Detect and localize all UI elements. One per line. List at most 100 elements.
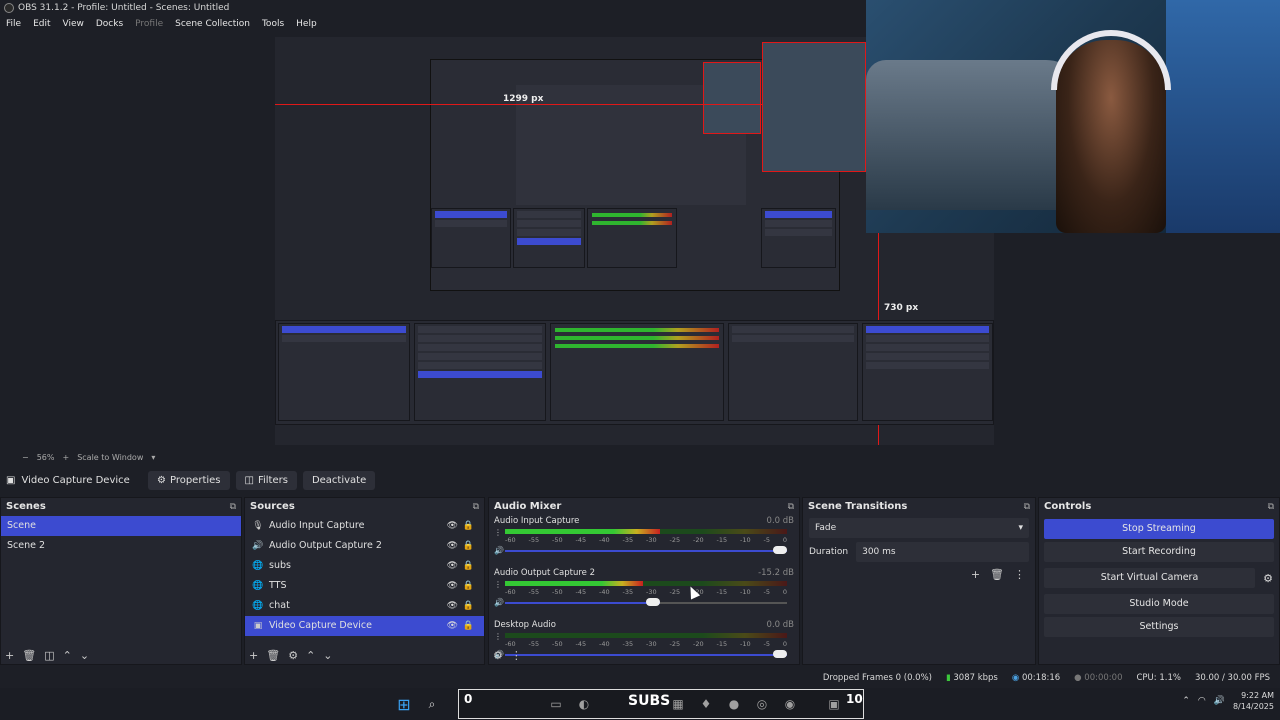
mixer-settings-icon[interactable]: ⚙ xyxy=(493,649,503,662)
sources-dock: Sources ⧉ 🎙 Audio Input Capture 👁 🔒 🔊 Audio O… xyxy=(244,497,485,665)
menu-edit[interactable]: Edit xyxy=(27,17,56,32)
menu-scene-collection[interactable]: Scene Collection xyxy=(169,17,256,32)
channel-header: Audio Input Capture 0.0 dB xyxy=(494,516,794,526)
eye-icon[interactable]: 👁 xyxy=(447,616,458,636)
transition-select[interactable]: Fade ▾ xyxy=(809,518,1029,538)
zoom-plus-icon[interactable]: + xyxy=(62,453,69,462)
volume-knob[interactable] xyxy=(773,650,787,658)
remove-transition-icon[interactable]: 🗑 xyxy=(990,568,1004,581)
menu-file[interactable]: File xyxy=(0,17,27,32)
move-up-icon[interactable]: ⌃ xyxy=(306,649,315,662)
lock-icon[interactable]: 🔒 xyxy=(463,616,474,636)
webcam-headset xyxy=(1051,30,1171,90)
lock-icon[interactable]: 🔒 xyxy=(463,556,474,576)
volume-slider[interactable] xyxy=(505,598,787,606)
scale-tick: -55 xyxy=(528,536,540,544)
volume-knob[interactable] xyxy=(773,546,787,554)
add-transition-icon[interactable]: + xyxy=(971,568,980,581)
speaker-icon[interactable]: 🔊 xyxy=(494,546,504,555)
mini-mixer-dock xyxy=(587,208,677,268)
start-virtual-camera-button[interactable]: Start Virtual Camera xyxy=(1044,568,1255,588)
dock-undock-icon[interactable]: ⧉ xyxy=(1024,498,1030,516)
mini-controls-dock xyxy=(761,208,836,268)
dock-undock-icon[interactable]: ⧉ xyxy=(473,498,479,516)
volume-slider[interactable] xyxy=(505,650,787,658)
source-item[interactable]: 🔊 Audio Output Capture 2 👁 🔒 xyxy=(245,536,484,556)
volume-slider[interactable] xyxy=(505,546,787,554)
menu-docks[interactable]: Docks xyxy=(90,17,129,32)
dock-undock-icon[interactable]: ⧉ xyxy=(788,498,794,516)
globe-icon: 🌐 xyxy=(252,581,264,591)
studio-mode-button[interactable]: Studio Mode xyxy=(1044,594,1274,614)
lock-icon[interactable]: 🔒 xyxy=(463,516,474,536)
search-icon[interactable]: ⌕ xyxy=(422,694,442,714)
lock-icon[interactable]: 🔒 xyxy=(463,596,474,616)
chevron-up-icon[interactable]: ⌃ xyxy=(1182,696,1190,706)
source-properties-icon[interactable]: ⚙ xyxy=(288,649,298,662)
scene-filters-icon[interactable]: ◫ xyxy=(44,649,54,662)
volume-icon[interactable]: 🔊 xyxy=(1214,696,1225,706)
scale-tick: -35 xyxy=(622,588,634,596)
chevron-down-icon[interactable]: ▾ xyxy=(151,453,155,462)
source-item[interactable]: 🌐 chat 👁 🔒 xyxy=(245,596,484,616)
properties-button[interactable]: ⚙ Properties xyxy=(148,470,230,490)
width-guide-line xyxy=(275,104,762,105)
volume-track xyxy=(505,654,787,656)
settings-button[interactable]: Settings xyxy=(1044,617,1274,637)
channel-menu-icon[interactable]: ⋮ xyxy=(494,632,502,641)
deactivate-button[interactable]: Deactivate xyxy=(302,470,376,490)
menu-profile[interactable]: Profile xyxy=(129,17,169,32)
controls-title: Controls xyxy=(1044,501,1092,512)
scale-tick: 0 xyxy=(782,536,787,544)
duration-input[interactable]: 300 ms xyxy=(856,542,1029,562)
mini-scenes-dock xyxy=(431,208,511,268)
scene-item-scene-2[interactable]: Scene 2 xyxy=(1,536,241,556)
transition-menu-icon[interactable]: ⋮ xyxy=(1014,568,1025,581)
mixer-menu-icon[interactable]: ⋮ xyxy=(511,649,522,662)
add-scene-icon[interactable]: + xyxy=(5,649,14,662)
source-item[interactable]: ▣ Video Capture Device 👁 🔒 xyxy=(245,616,484,636)
scale-tick: -15 xyxy=(716,536,728,544)
stop-streaming-button[interactable]: Stop Streaming xyxy=(1044,519,1274,539)
menu-help[interactable]: Help xyxy=(290,17,323,32)
menu-tools[interactable]: Tools xyxy=(256,17,290,32)
add-source-icon[interactable]: + xyxy=(249,649,258,662)
lock-icon[interactable]: 🔒 xyxy=(463,576,474,596)
channel-meter-fill xyxy=(505,581,644,586)
speaker-icon: 🔊 xyxy=(252,541,264,551)
source-toolbar: ▣ Video Capture Device ⚙ Properties ◫ Filt… xyxy=(0,468,1280,492)
eye-icon[interactable]: 👁 xyxy=(447,596,458,616)
eye-icon[interactable]: 👁 xyxy=(447,536,458,556)
eye-icon[interactable]: 👁 xyxy=(447,576,458,596)
scale-mode-select[interactable]: Scale to Window xyxy=(77,453,143,462)
channel-menu-icon[interactable]: ⋮ xyxy=(494,528,502,537)
eye-icon[interactable]: 👁 xyxy=(447,556,458,576)
clock[interactable]: 9:22 AM 8/14/2025 xyxy=(1233,690,1274,712)
sources-title: Sources xyxy=(250,501,295,512)
eye-icon[interactable]: 👁 xyxy=(447,516,458,536)
windows-start-icon[interactable]: ⊞ xyxy=(394,694,414,714)
move-up-icon[interactable]: ⌃ xyxy=(63,649,72,662)
remove-scene-icon[interactable]: 🗑 xyxy=(22,649,36,662)
scale-tick: 0 xyxy=(782,640,787,648)
move-down-icon[interactable]: ⌄ xyxy=(80,649,89,662)
dock-undock-icon[interactable]: ⧉ xyxy=(1268,498,1274,516)
network-icon[interactable]: ◠ xyxy=(1198,696,1206,706)
speaker-icon[interactable]: 🔊 xyxy=(494,598,504,607)
zoom-minus-icon[interactable]: − xyxy=(22,453,29,462)
dock-undock-icon[interactable]: ⧉ xyxy=(230,498,236,516)
filters-button[interactable]: ◫ Filters xyxy=(235,470,297,490)
start-recording-button[interactable]: Start Recording xyxy=(1044,542,1274,562)
source-item[interactable]: 🌐 TTS 👁 🔒 xyxy=(245,576,484,596)
preview-zoom-bar: − 56% + Scale to Window ▾ xyxy=(0,451,1280,464)
move-down-icon[interactable]: ⌄ xyxy=(323,649,332,662)
channel-menu-icon[interactable]: ⋮ xyxy=(494,580,502,589)
menu-view[interactable]: View xyxy=(57,17,90,32)
volume-knob[interactable] xyxy=(646,598,661,606)
gear-icon[interactable]: ⚙ xyxy=(1257,572,1279,585)
lock-icon[interactable]: 🔒 xyxy=(463,536,474,556)
source-item[interactable]: 🎙 Audio Input Capture 👁 🔒 xyxy=(245,516,484,536)
remove-source-icon[interactable]: 🗑 xyxy=(266,649,280,662)
scene-item-scene[interactable]: Scene xyxy=(1,516,241,536)
source-item[interactable]: 🌐 subs 👁 🔒 xyxy=(245,556,484,576)
